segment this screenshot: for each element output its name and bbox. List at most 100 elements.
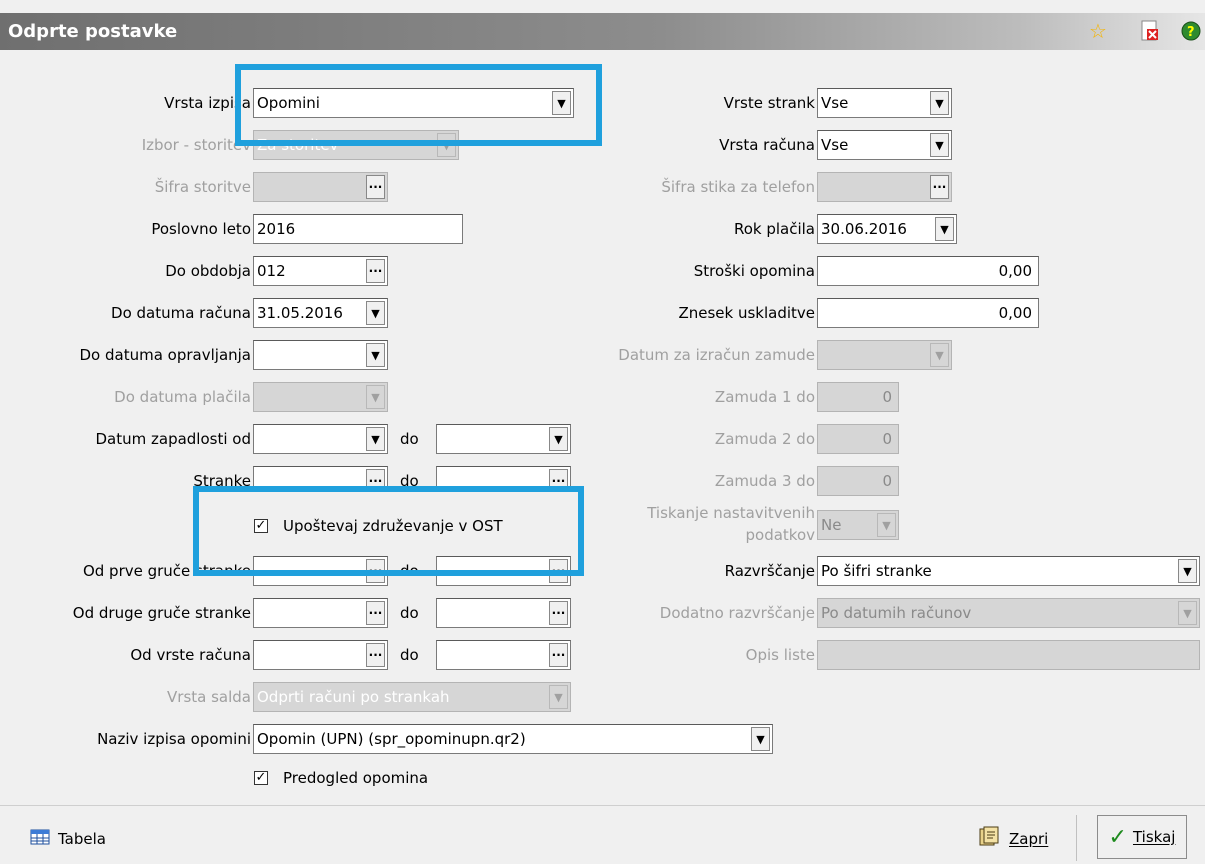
vrsta-salda-label: Vrsta salda (167, 688, 251, 706)
sifra-storitve-field[interactable]: ··· (253, 172, 388, 202)
ellipsis-icon[interactable]: ··· (366, 259, 385, 283)
tiskaj-button[interactable]: ✓ Tiskaj (1097, 815, 1187, 859)
datum-zapadlosti-od-select[interactable]: ▼ (253, 424, 388, 454)
chevron-down-icon[interactable]: ▼ (366, 385, 385, 409)
tabela-label: Tabela (58, 830, 106, 848)
sifra-stika-field[interactable]: ··· (817, 172, 952, 202)
naziv-izpisa-value: Opomin (UPN) (spr_opominupn.qr2) (257, 730, 526, 748)
do-datuma-placila-select[interactable]: ▼ (253, 382, 388, 412)
rok-placila-value: 30.06.2016 (821, 220, 907, 238)
predogled-checkbox[interactable]: ✓ (254, 771, 268, 785)
footer-divider (1076, 815, 1077, 861)
opis-liste-label: Opis liste (745, 646, 815, 664)
druga-gruca-od-field[interactable]: ··· (253, 598, 388, 628)
vrsta-racuna-value: Vse (821, 136, 849, 154)
znesek-uskladitve-input[interactable]: 0,00 (817, 298, 1039, 328)
tiskanje-label-2: podatkov (745, 526, 816, 544)
datum-zapadlosti-do-label: do (400, 430, 419, 448)
window-title: Odprte postavke (8, 21, 178, 42)
do-datuma-placila-label: Do datuma plačila (114, 388, 251, 406)
help-icon[interactable]: ? (1178, 18, 1204, 44)
stroski-opomina-input[interactable]: 0,00 (817, 256, 1039, 286)
chevron-down-icon[interactable]: ▼ (1178, 559, 1197, 583)
do-obdobja-label: Do obdobja (165, 262, 251, 280)
chevron-down-icon[interactable]: ▼ (366, 343, 385, 367)
do-datuma-racuna-value: 31.05.2016 (257, 304, 343, 322)
naziv-izpisa-select[interactable]: Opomin (UPN) (spr_opominupn.qr2) ▼ (253, 724, 773, 754)
zamuda2-label: Zamuda 2 do (714, 430, 815, 448)
ellipsis-icon[interactable]: ··· (549, 601, 568, 625)
tabela-button[interactable]: Tabela (30, 822, 106, 856)
razvrscanje-label: Razvrščanje (724, 562, 815, 580)
close-book-icon (977, 826, 1001, 852)
table-icon (30, 829, 50, 849)
footer-separator (0, 805, 1205, 806)
stroski-opomina-label: Stroški opomina (693, 262, 815, 280)
rok-placila-select[interactable]: 30.06.2016 ▼ (817, 214, 957, 244)
datum-zapadlosti-label: Datum zapadlosti od (95, 430, 252, 448)
zamuda3-label: Zamuda 3 do (714, 472, 815, 490)
vrste-strank-select[interactable]: Vse ▼ (817, 88, 952, 118)
chevron-down-icon[interactable]: ▼ (549, 685, 568, 709)
vrsta-racuna-od-field[interactable]: ··· (253, 640, 388, 670)
razvrscanje-select[interactable]: Po šifri stranke ▼ (817, 556, 1200, 586)
chevron-down-icon[interactable]: ▼ (366, 427, 385, 451)
chevron-down-icon[interactable]: ▼ (1178, 601, 1197, 625)
datum-zamude-select[interactable]: ▼ (817, 340, 952, 370)
chevron-down-icon[interactable]: ▼ (751, 727, 770, 751)
znesek-uskladitve-label: Znesek uskladitve (678, 304, 815, 322)
druga-gruca-label: Od druge gruče stranke (72, 604, 251, 622)
ellipsis-icon[interactable]: ··· (549, 643, 568, 667)
chevron-down-icon[interactable]: ▼ (930, 343, 949, 367)
pdf-close-icon[interactable] (1137, 18, 1163, 44)
vrsta-racuna-select[interactable]: Vse ▼ (817, 130, 952, 160)
svg-text:?: ? (1187, 25, 1195, 40)
do-datuma-racuna-select[interactable]: 31.05.2016 ▼ (253, 298, 388, 328)
chevron-down-icon[interactable]: ▼ (549, 427, 568, 451)
vrsta-racuna-do-label: do (400, 646, 419, 664)
zapri-button[interactable]: Zapri (977, 822, 1048, 856)
stroski-opomina-value: 0,00 (998, 262, 1032, 280)
do-datuma-opravljanja-select[interactable]: ▼ (253, 340, 388, 370)
tiskanje-select[interactable]: Ne ▼ (817, 510, 899, 540)
ellipsis-icon[interactable]: ··· (366, 175, 385, 199)
zamuda2-input[interactable]: 0 (817, 424, 899, 454)
druga-gruca-do-label: do (400, 604, 419, 622)
druga-gruca-do-field[interactable]: ··· (436, 598, 571, 628)
zamuda1-input[interactable]: 0 (817, 382, 899, 412)
chevron-down-icon[interactable]: ▼ (877, 513, 896, 537)
vrsta-racuna-do-field[interactable]: ··· (436, 640, 571, 670)
ellipsis-icon[interactable]: ··· (366, 643, 385, 667)
vrste-strank-label: Vrste strank (723, 94, 815, 112)
poslovno-leto-input[interactable]: 2016 (253, 214, 463, 244)
dodatno-label: Dodatno razvrščanje (659, 604, 815, 622)
opis-liste-input[interactable] (817, 640, 1200, 670)
star-icon[interactable]: ☆ (1085, 18, 1111, 44)
zamuda3-input[interactable]: 0 (817, 466, 899, 496)
tiskanje-value: Ne (821, 516, 842, 534)
chevron-down-icon[interactable]: ▼ (935, 217, 954, 241)
chevron-down-icon[interactable]: ▼ (930, 133, 949, 157)
zamuda3-value: 0 (882, 472, 892, 490)
chevron-down-icon[interactable]: ▼ (366, 301, 385, 325)
vrste-strank-value: Vse (821, 94, 849, 112)
highlight-box-upostevaj (193, 486, 584, 576)
rok-placila-label: Rok plačila (733, 220, 815, 238)
do-datuma-racuna-label: Do datuma računa (111, 304, 251, 322)
vrsta-salda-select[interactable]: Odprti računi po strankah ▼ (253, 682, 571, 712)
do-datuma-opravljanja-label: Do datuma opravljanja (79, 346, 252, 364)
dodatno-select[interactable]: Po datumih računov ▼ (817, 598, 1200, 628)
tiskanje-label-1: Tiskanje nastavitvenih (647, 504, 815, 522)
dodatno-value: Po datumih računov (821, 604, 972, 622)
vrsta-racuna-label: Vrsta računa (719, 136, 815, 154)
tiskaj-label: Tiskaj (1132, 828, 1176, 846)
sifra-storitve-label: Šifra storitve (154, 178, 251, 196)
highlight-box-vrsta-izpisa (235, 64, 602, 146)
ellipsis-icon[interactable]: ··· (366, 601, 385, 625)
vrsta-salda-value: Odprti računi po strankah (257, 688, 450, 706)
ellipsis-icon[interactable]: ··· (930, 175, 949, 199)
chevron-down-icon[interactable]: ▼ (930, 91, 949, 115)
do-obdobja-field[interactable]: 012 ··· (253, 256, 388, 286)
datum-zapadlosti-do-select[interactable]: ▼ (436, 424, 571, 454)
sifra-stika-label: Šifra stika za telefon (661, 178, 815, 196)
